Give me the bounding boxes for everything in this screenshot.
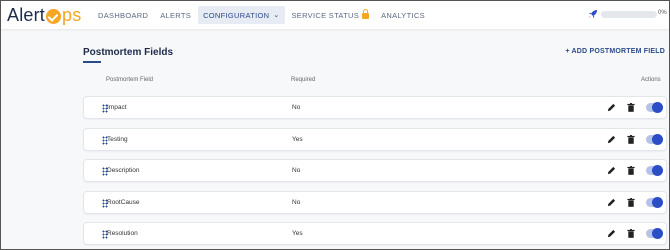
nav-dashboard[interactable]: DASHBOARD xyxy=(93,6,153,24)
table-row: Resolution Yes xyxy=(83,222,667,245)
nav-service-status-label: SERVICE STATUS xyxy=(291,10,360,20)
alertops-logo[interactable]: Alert ps xyxy=(7,4,81,26)
checkmark-logo-icon xyxy=(46,8,62,24)
field-name: Testing xyxy=(107,136,128,143)
nav-analytics[interactable]: ANALYTICS xyxy=(376,6,430,24)
add-postmortem-field-button[interactable]: + ADD POSTMORTEM FIELD xyxy=(565,48,665,55)
edit-pencil-icon[interactable] xyxy=(607,135,616,144)
required-value: No xyxy=(292,167,301,174)
trash-icon[interactable] xyxy=(627,229,635,238)
field-name: Resolution xyxy=(107,230,138,237)
toggle-knob xyxy=(652,102,663,113)
trash-icon[interactable] xyxy=(627,135,635,144)
column-header-field: Postmortem Field xyxy=(106,77,154,83)
edit-pencil-icon[interactable] xyxy=(607,229,616,238)
required-value: Yes xyxy=(292,230,303,237)
edit-pencil-icon[interactable] xyxy=(607,166,616,175)
logo-text-suffix: ps xyxy=(62,4,82,25)
edit-pencil-icon[interactable] xyxy=(607,103,616,112)
trash-icon[interactable] xyxy=(627,198,635,207)
enabled-toggle[interactable] xyxy=(646,134,663,145)
onboarding-progress-bar xyxy=(601,11,657,18)
chevron-down-icon: ⌄ xyxy=(273,12,280,19)
enabled-toggle[interactable] xyxy=(646,228,663,239)
logo-text-prefix: Alert xyxy=(7,4,46,25)
table-row: Testing Yes xyxy=(83,128,667,151)
nav-service-status[interactable]: SERVICE STATUS xyxy=(287,6,375,24)
toggle-knob xyxy=(652,134,663,145)
required-value: Yes xyxy=(292,136,303,143)
edit-pencil-icon[interactable] xyxy=(607,198,616,207)
top-navbar: Alert ps DASHBOARD ALERTS CONFIGURATION ⌄… xyxy=(1,1,669,29)
enabled-toggle[interactable] xyxy=(646,165,663,176)
field-name: Description xyxy=(107,167,140,174)
nav-alerts[interactable]: ALERTS xyxy=(155,6,196,24)
required-value: No xyxy=(292,199,301,206)
table-row: Impact No xyxy=(83,96,667,119)
onboarding-progress-label: 0% xyxy=(658,10,667,16)
column-header-required: Required xyxy=(291,77,316,83)
main-content: Postmortem Fields + ADD POSTMORTEM FIELD… xyxy=(1,29,669,249)
nav-configuration[interactable]: CONFIGURATION ⌄ xyxy=(198,6,285,24)
trash-icon[interactable] xyxy=(627,103,635,112)
field-name: RootCause xyxy=(107,199,140,206)
main-nav: DASHBOARD ALERTS CONFIGURATION ⌄ SERVICE… xyxy=(93,1,432,29)
table-row: RootCause No xyxy=(83,191,667,214)
column-header-actions: Actions xyxy=(641,77,661,83)
trash-icon[interactable] xyxy=(627,166,635,175)
toggle-knob xyxy=(652,165,663,176)
rocket-icon[interactable] xyxy=(588,9,598,19)
page-title: Postmortem Fields xyxy=(83,47,174,58)
enabled-toggle[interactable] xyxy=(646,197,663,208)
table-row: Description No xyxy=(83,159,667,182)
enabled-toggle[interactable] xyxy=(646,102,663,113)
toggle-knob xyxy=(652,228,663,239)
lock-icon xyxy=(362,9,370,19)
toggle-knob xyxy=(652,197,663,208)
nav-configuration-label: CONFIGURATION xyxy=(203,10,270,20)
field-name: Impact xyxy=(107,104,127,111)
title-underline xyxy=(83,61,101,63)
required-value: No xyxy=(292,104,301,111)
